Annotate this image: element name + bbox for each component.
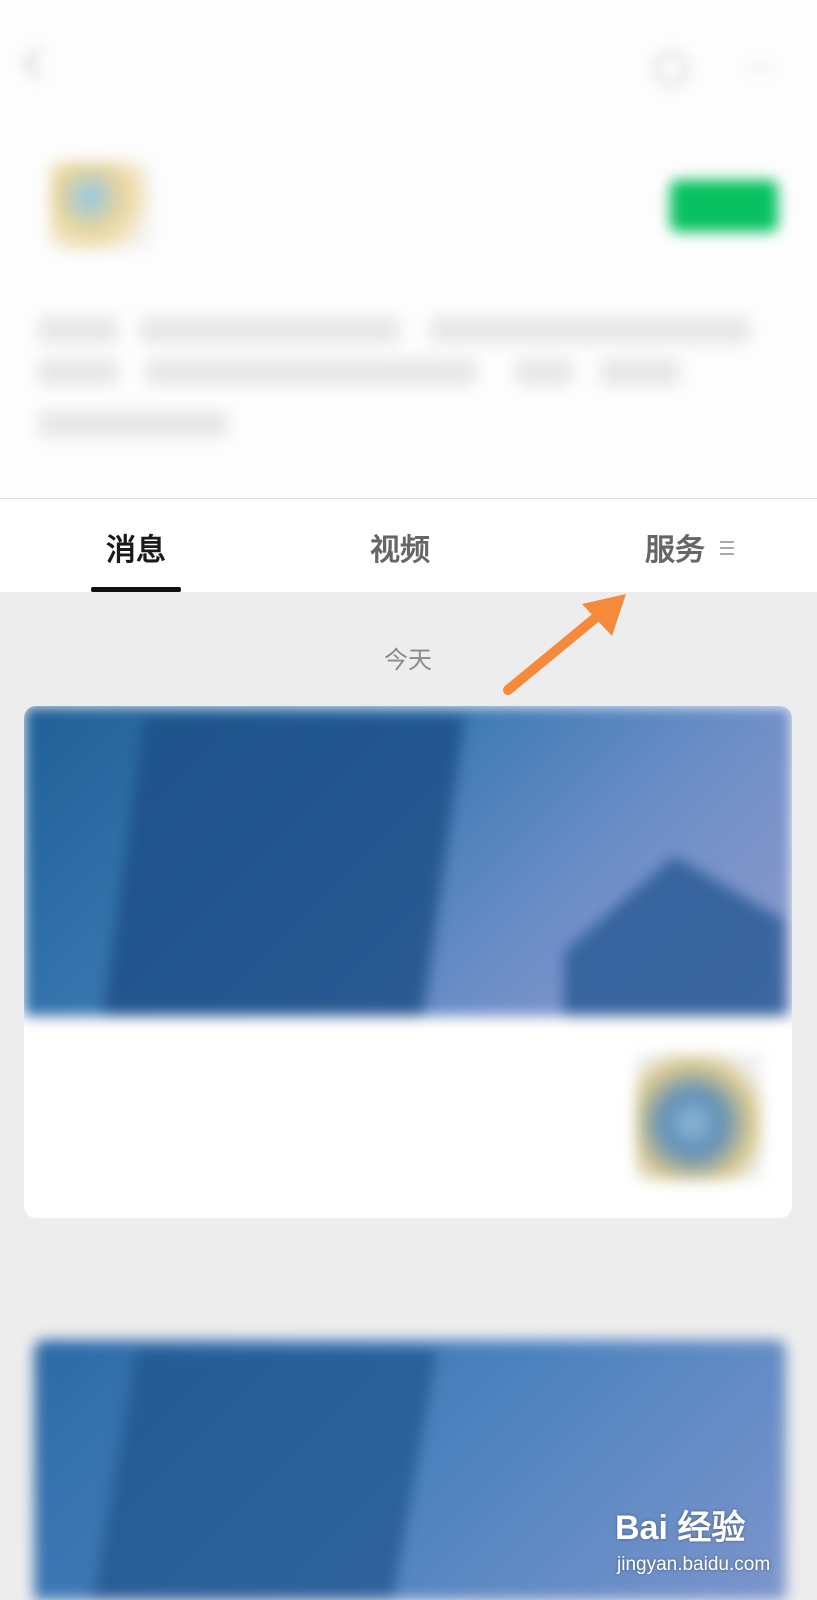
description-line [516, 358, 572, 386]
description-line [140, 316, 400, 344]
article-banner-image[interactable] [24, 706, 792, 1016]
tab-videos[interactable]: 视频 [355, 525, 445, 569]
watermark-logo: Bai 经验 [615, 1509, 746, 1547]
description-line [38, 410, 228, 438]
baidu-jingyan-watermark: Bai 经验 jingyan.baidu.com [615, 1500, 815, 1590]
watermark-url: jingyan.baidu.com [617, 1554, 771, 1575]
menu-icon [720, 541, 734, 555]
account-name [210, 186, 410, 226]
arrow-shaft [503, 605, 610, 695]
description-line [146, 358, 476, 386]
navbar-title [340, 46, 480, 86]
account-profile-header [0, 130, 817, 498]
banner-building-shape [102, 716, 466, 1016]
top-navbar: ⋯ [0, 0, 817, 130]
description-line [38, 316, 118, 344]
article-item-thumbnail[interactable] [636, 1054, 762, 1180]
active-tab-indicator [91, 587, 181, 592]
date-label-today: 今天 [384, 646, 432, 674]
tab-services[interactable]: 服务 [630, 525, 720, 569]
chevron-left-icon[interactable] [23, 47, 55, 79]
article-card[interactable] [24, 706, 792, 1218]
follow-button[interactable] [670, 180, 778, 232]
more-icon[interactable]: ⋯ [740, 50, 780, 90]
tab-bar: 消息 视频 服务 [0, 498, 817, 592]
search-icon[interactable] [654, 52, 688, 86]
avatar[interactable] [50, 162, 150, 250]
banner-building-shape [91, 1350, 437, 1600]
tab-messages[interactable]: 消息 [91, 525, 181, 569]
description-line [38, 358, 118, 386]
description-line [430, 316, 750, 344]
description-line [600, 358, 680, 386]
arrow-head [582, 594, 626, 636]
banner-building-shape [564, 856, 784, 1016]
